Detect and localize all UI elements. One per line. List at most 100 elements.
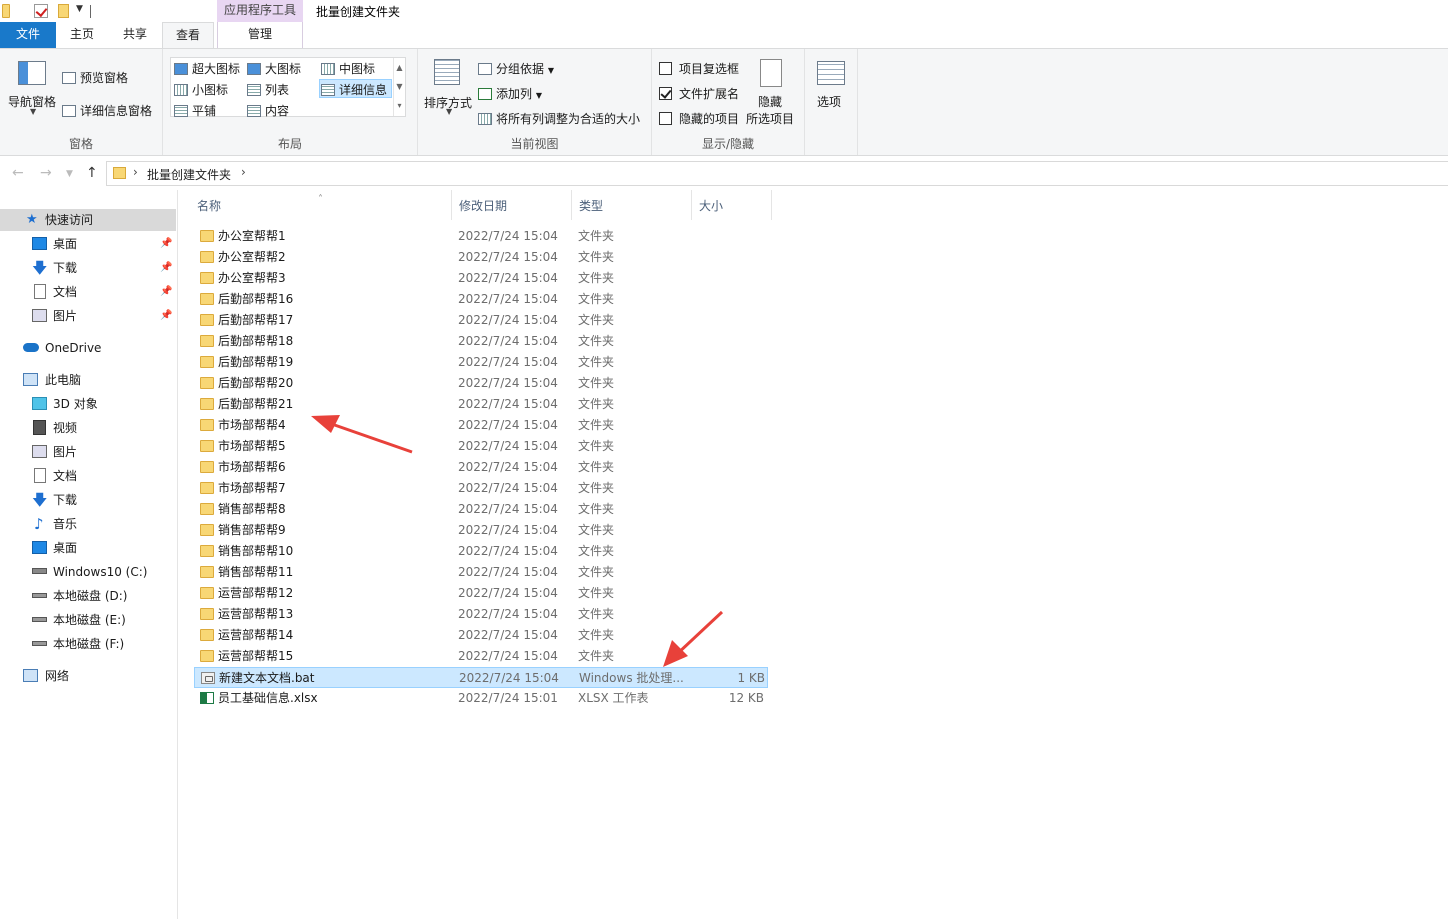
layout-details[interactable]: 详细信息 bbox=[321, 81, 387, 98]
nav-drive-e[interactable]: 本地磁盘 (E:) bbox=[0, 609, 176, 631]
tab-share[interactable]: 共享 bbox=[108, 22, 162, 48]
recent-locations-chevron-icon[interactable]: ▼ bbox=[66, 169, 73, 179]
file-row[interactable]: 后勤部帮帮18 2022/7/24 15:04 文件夹 bbox=[194, 331, 768, 352]
nav-network[interactable]: 网络 bbox=[0, 665, 176, 687]
pin-icon[interactable]: 📌 bbox=[160, 257, 172, 279]
hidden-items-toggle[interactable]: 隐藏的项目 bbox=[659, 110, 739, 127]
nav-quick-documents[interactable]: 文档 📌 bbox=[0, 281, 176, 303]
options-button[interactable]: 选项 bbox=[817, 93, 841, 110]
nav-music[interactable]: ♪ 音乐 bbox=[0, 513, 176, 535]
pin-icon[interactable]: 📌 bbox=[160, 233, 172, 255]
nav-label: 3D 对象 bbox=[53, 397, 98, 411]
file-row[interactable]: 员工基础信息.xlsx 2022/7/24 15:01 XLSX 工作表 12 KB bbox=[194, 688, 768, 709]
layout-list[interactable]: 列表 bbox=[247, 81, 289, 98]
file-date: 2022/7/24 15:04 bbox=[458, 544, 558, 558]
nav-desktop[interactable]: 桌面 bbox=[0, 537, 176, 559]
layout-gallery-scroll[interactable]: ▲ ▼ ▾ bbox=[393, 58, 405, 116]
file-row[interactable]: 市场部帮帮5 2022/7/24 15:04 文件夹 bbox=[194, 436, 768, 457]
file-row[interactable]: 运营部帮帮12 2022/7/24 15:04 文件夹 bbox=[194, 583, 768, 604]
column-header-name[interactable]: ˄ 名称 bbox=[190, 190, 452, 220]
pin-icon[interactable]: 📌 bbox=[160, 281, 172, 303]
size-columns-button[interactable]: 将所有列调整为合适的大小 bbox=[478, 110, 640, 127]
file-type: 文件夹 bbox=[578, 544, 615, 558]
file-row[interactable]: 办公室帮帮1 2022/7/24 15:04 文件夹 bbox=[194, 226, 768, 247]
layout-content[interactable]: 内容 bbox=[247, 102, 289, 119]
column-header-size[interactable]: 大小 bbox=[692, 190, 772, 220]
nav-pane-dropdown-icon[interactable]: ▼ bbox=[30, 107, 36, 116]
hidden-items-checkbox[interactable] bbox=[659, 112, 672, 125]
column-header-date[interactable]: 修改日期 bbox=[452, 190, 572, 220]
forward-arrow-icon[interactable]: → bbox=[40, 165, 52, 181]
item-checkboxes-checkbox[interactable] bbox=[659, 62, 672, 75]
nav-downloads[interactable]: 🡇 下载 bbox=[0, 489, 176, 511]
file-row[interactable]: 销售部帮帮9 2022/7/24 15:04 文件夹 bbox=[194, 520, 768, 541]
file-row[interactable]: 市场部帮帮7 2022/7/24 15:04 文件夹 bbox=[194, 478, 768, 499]
nav-quick-access[interactable]: ★ 快速访问 bbox=[0, 209, 176, 231]
back-arrow-icon[interactable]: ← bbox=[12, 165, 24, 181]
tab-view[interactable]: 查看 bbox=[162, 22, 214, 49]
file-row[interactable]: 办公室帮帮3 2022/7/24 15:04 文件夹 bbox=[194, 268, 768, 289]
layout-small-icons[interactable]: 小图标 bbox=[174, 81, 228, 98]
layout-medium-icons[interactable]: 中图标 bbox=[321, 60, 375, 77]
file-row[interactable]: 市场部帮帮6 2022/7/24 15:04 文件夹 bbox=[194, 457, 768, 478]
layout-tiles[interactable]: 平铺 bbox=[174, 102, 216, 119]
file-row[interactable]: 后勤部帮帮17 2022/7/24 15:04 文件夹 bbox=[194, 310, 768, 331]
properties-icon[interactable] bbox=[34, 4, 48, 18]
nav-onedrive[interactable]: OneDrive bbox=[0, 337, 176, 359]
hide-selected-button-line1[interactable]: 隐藏 bbox=[758, 93, 782, 110]
file-row[interactable]: 新建文本文档.bat 2022/7/24 15:04 Windows 批处理... 1… bbox=[194, 667, 768, 688]
nav-quick-downloads[interactable]: 🡇 下载 📌 bbox=[0, 257, 176, 279]
preview-pane-button[interactable]: 预览窗格 bbox=[62, 69, 128, 86]
file-row[interactable]: 市场部帮帮4 2022/7/24 15:04 文件夹 bbox=[194, 415, 768, 436]
file-row[interactable]: 运营部帮帮13 2022/7/24 15:04 文件夹 bbox=[194, 604, 768, 625]
pin-icon[interactable]: 📌 bbox=[160, 305, 172, 327]
tab-file[interactable]: 文件 bbox=[0, 22, 56, 48]
layout-large-icons[interactable]: 大图标 bbox=[247, 60, 301, 77]
group-by-button[interactable]: 分组依据 ▼ bbox=[478, 60, 554, 77]
nav-this-pc[interactable]: 此电脑 bbox=[0, 369, 176, 391]
file-row[interactable]: 后勤部帮帮16 2022/7/24 15:04 文件夹 bbox=[194, 289, 768, 310]
file-row[interactable]: 后勤部帮帮20 2022/7/24 15:04 文件夹 bbox=[194, 373, 768, 394]
file-row[interactable]: 后勤部帮帮21 2022/7/24 15:04 文件夹 bbox=[194, 394, 768, 415]
file-extensions-toggle[interactable]: 文件扩展名 bbox=[659, 85, 739, 102]
add-columns-button[interactable]: 添加列 ▼ bbox=[478, 85, 542, 102]
nav-quick-pictures[interactable]: 图片 📌 bbox=[0, 305, 176, 327]
nav-drive-d[interactable]: 本地磁盘 (D:) bbox=[0, 585, 176, 607]
nav-drive-f[interactable]: 本地磁盘 (F:) bbox=[0, 633, 176, 655]
breadcrumb-chevron-icon[interactable]: › bbox=[133, 165, 138, 179]
column-header-type[interactable]: 类型 bbox=[572, 190, 692, 220]
new-folder-icon[interactable] bbox=[58, 4, 69, 18]
breadcrumb-chevron-icon[interactable]: › bbox=[241, 165, 246, 179]
sort-by-dropdown-icon[interactable]: ▼ bbox=[446, 107, 452, 116]
nav-videos[interactable]: 视频 bbox=[0, 417, 176, 439]
hide-selected-button-line2[interactable]: 所选项目 bbox=[746, 110, 794, 127]
file-name: 市场部帮帮4 bbox=[218, 418, 286, 432]
file-type: 文件夹 bbox=[578, 376, 615, 390]
file-row[interactable]: 运营部帮帮14 2022/7/24 15:04 文件夹 bbox=[194, 625, 768, 646]
file-extensions-checkbox[interactable] bbox=[659, 87, 672, 100]
layout-item-label: 中图标 bbox=[339, 62, 376, 76]
file-row[interactable]: 办公室帮帮2 2022/7/24 15:04 文件夹 bbox=[194, 247, 768, 268]
breadcrumb-current[interactable]: 批量创建文件夹 bbox=[147, 166, 231, 183]
item-checkboxes-toggle[interactable]: 项目复选框 bbox=[659, 60, 739, 77]
nav-drive-c[interactable]: Windows10 (C:) bbox=[0, 561, 176, 583]
tab-home[interactable]: 主页 bbox=[56, 22, 108, 48]
file-row[interactable]: 后勤部帮帮19 2022/7/24 15:04 文件夹 bbox=[194, 352, 768, 373]
tab-manage[interactable]: 管理 bbox=[217, 22, 303, 48]
file-row[interactable]: 运营部帮帮15 2022/7/24 15:04 文件夹 bbox=[194, 646, 768, 667]
toolbar-divider bbox=[90, 5, 91, 18]
file-name: 后勤部帮帮18 bbox=[218, 334, 294, 348]
nav-3d-objects[interactable]: 3D 对象 bbox=[0, 393, 176, 415]
file-row[interactable]: 销售部帮帮10 2022/7/24 15:04 文件夹 bbox=[194, 541, 768, 562]
folder-icon bbox=[200, 335, 214, 347]
up-arrow-icon[interactable]: ↑ bbox=[86, 165, 98, 181]
file-row[interactable]: 销售部帮帮11 2022/7/24 15:04 文件夹 bbox=[194, 562, 768, 583]
customize-toolbar-chevron-icon[interactable]: ▼ bbox=[76, 4, 83, 14]
nav-quick-desktop[interactable]: 桌面 📌 bbox=[0, 233, 176, 255]
layout-extra-large-icons[interactable]: 超大图标 bbox=[174, 60, 240, 77]
address-bar[interactable]: › 批量创建文件夹 › bbox=[106, 161, 1448, 186]
nav-pictures[interactable]: 图片 bbox=[0, 441, 176, 463]
nav-documents[interactable]: 文档 bbox=[0, 465, 176, 487]
details-pane-button[interactable]: 详细信息窗格 bbox=[62, 102, 152, 119]
file-row[interactable]: 销售部帮帮8 2022/7/24 15:04 文件夹 bbox=[194, 499, 768, 520]
